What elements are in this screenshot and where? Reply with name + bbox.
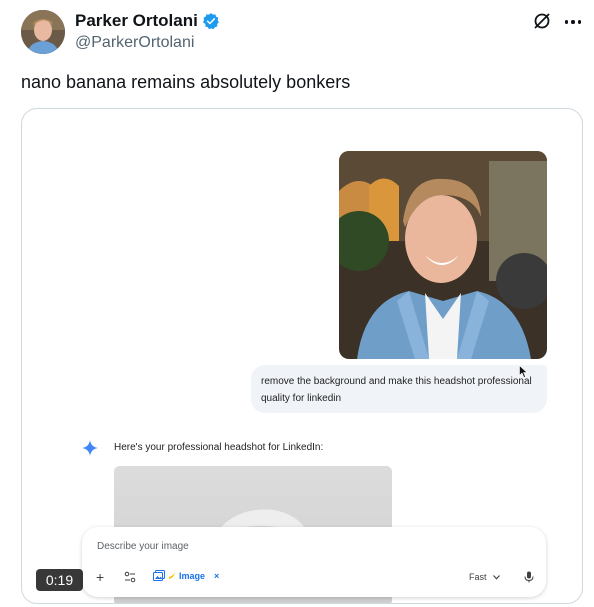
image-mode-chip[interactable]: Image × <box>153 570 219 581</box>
chevron-down-icon <box>492 574 500 580</box>
tools-icon[interactable] <box>124 571 136 583</box>
grok-icon[interactable] <box>532 11 552 31</box>
video-player[interactable]: remove the background and make this head… <box>21 108 583 604</box>
add-attachment-button[interactable]: + <box>96 570 104 584</box>
tweet: Parker Ortolani @ParkerOrtolani nano ban… <box>0 0 594 607</box>
tweet-text: nano banana remains absolutely bonkers <box>21 72 351 92</box>
microphone-icon[interactable] <box>524 571 534 583</box>
verified-badge-icon <box>202 13 219 30</box>
more-options-icon[interactable] <box>563 12 583 32</box>
chip-close-icon[interactable]: × <box>214 571 219 581</box>
display-name-row: Parker Ortolani <box>75 11 220 31</box>
display-name[interactable]: Parker Ortolani <box>75 11 198 31</box>
gemini-sparkle-icon <box>82 440 98 456</box>
avatar[interactable] <box>21 10 65 54</box>
user-handle[interactable]: @ParkerOrtolani <box>75 34 194 52</box>
prompt-input-box[interactable]: Describe your image + Image × Fast <box>82 527 546 597</box>
prompt-input[interactable]: Describe your image <box>97 541 189 552</box>
image-chip-label: Image <box>179 570 206 581</box>
assistant-reply-text: Here's your professional headshot for Li… <box>114 442 324 453</box>
banana-icon <box>169 572 175 579</box>
model-select-label: Fast <box>469 572 487 582</box>
uploaded-headshot-photo <box>339 151 547 359</box>
user-prompt-bubble: remove the background and make this head… <box>251 365 547 413</box>
image-gallery-icon <box>153 570 165 581</box>
model-select[interactable]: Fast <box>469 572 500 582</box>
video-timestamp-badge: 0:19 <box>36 569 83 591</box>
mouse-cursor-icon <box>519 365 528 378</box>
